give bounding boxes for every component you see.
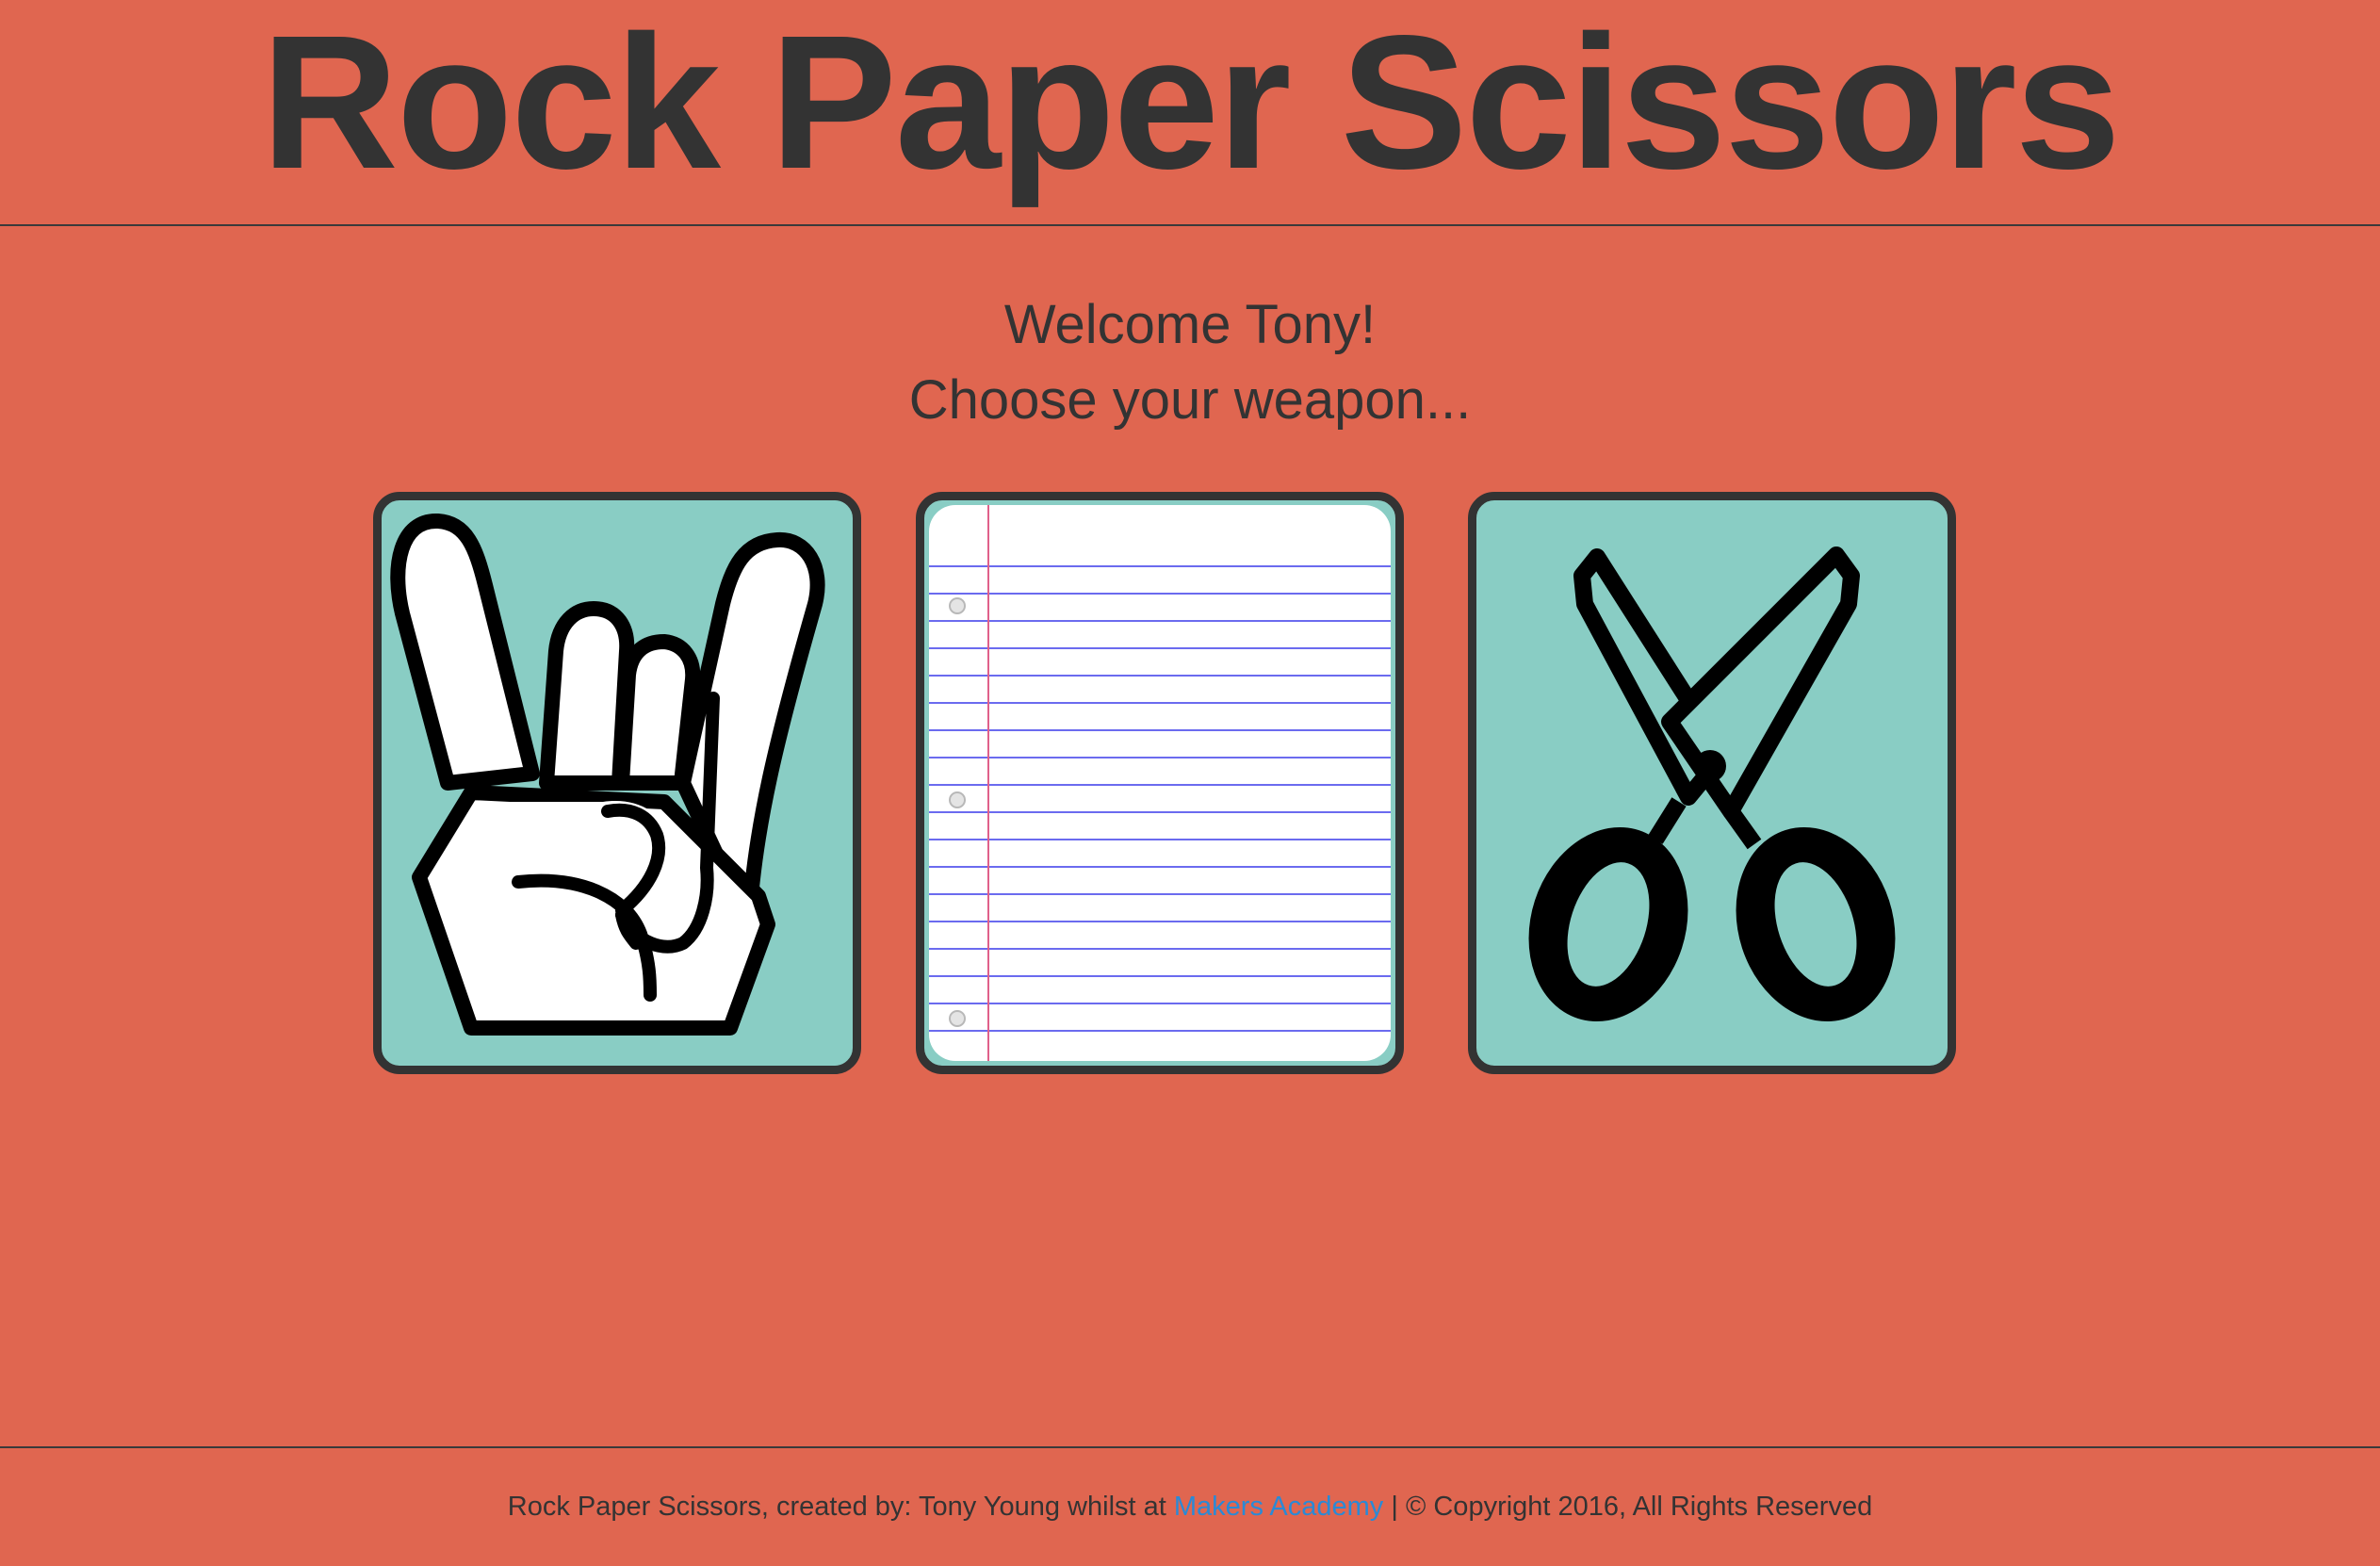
rock-button[interactable] [373, 492, 861, 1074]
scissors-button[interactable] [1468, 492, 1956, 1074]
page-title: Rock Paper Scissors [261, 0, 2121, 208]
welcome-greeting: Welcome Tony! [1003, 294, 1377, 355]
footer-credit: Rock Paper Scissors, created by: Tony Yo… [507, 1492, 1174, 1522]
makers-academy-link[interactable]: Makers Academy [1174, 1492, 1383, 1522]
paper-button[interactable] [916, 492, 1404, 1074]
rock-hand-icon [390, 514, 825, 1036]
weapon-prompt: Choose your weapon... [908, 369, 1472, 431]
lined-paper-icon [929, 505, 1391, 1061]
page-header: Rock Paper Scissors [0, 0, 2380, 226]
footer-copyright: | © Copyright 2016, All Rights Reserved [1383, 1492, 1873, 1522]
page-footer: Rock Paper Scissors, created by: Tony Yo… [0, 1446, 2380, 1558]
scissors-icon [1528, 546, 1896, 1022]
welcome-message: Welcome Tony! Choose your weapon... [0, 287, 2380, 438]
